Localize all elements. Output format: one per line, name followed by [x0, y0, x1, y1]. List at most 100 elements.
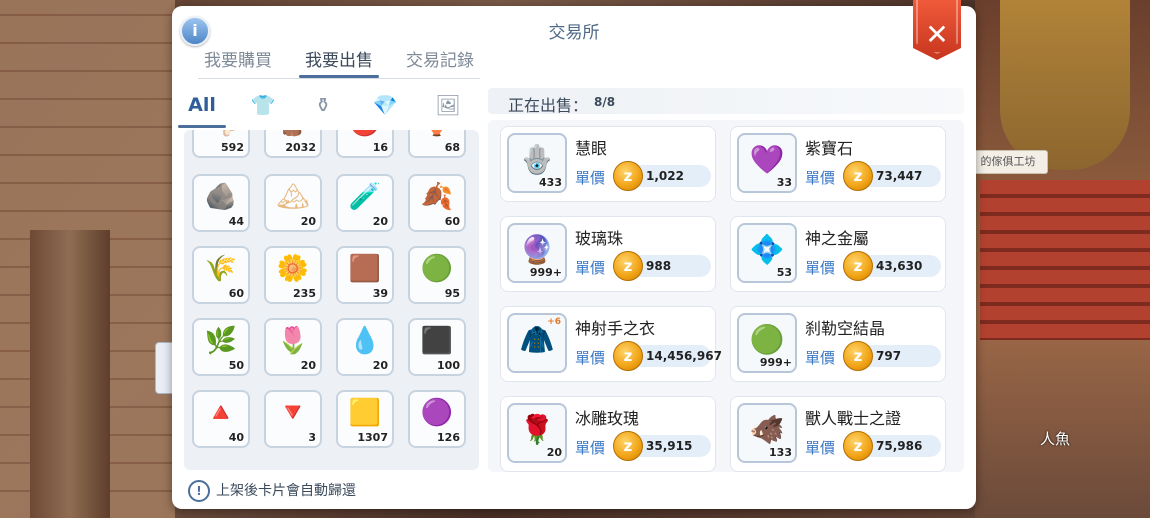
- selling-item-card[interactable]: 💠 53 神之金屬 單價 z 43,630: [730, 216, 946, 292]
- selling-item-card[interactable]: 💜 33 紫寶石 單價 z 73,447: [730, 126, 946, 202]
- gem-icon[interactable]: 💎: [370, 90, 400, 120]
- item-icon: 🟫: [348, 254, 382, 284]
- item-quantity: 60: [228, 287, 244, 300]
- item-icon: 🪵: [266, 130, 320, 138]
- unit-price-label: 單價: [805, 259, 836, 277]
- selling-item-card[interactable]: 🌹 20 冰雕玫瑰 單價 z 35,915: [500, 396, 716, 472]
- green-orb-icon: 🟢 999+: [737, 313, 797, 373]
- selling-item-card[interactable]: 🪬 433 慧眼 單價 z 1,022: [500, 126, 716, 202]
- npc-name-label[interactable]: 人魚: [1040, 428, 1070, 449]
- inventory-slot[interactable]: 🟫 39: [336, 246, 394, 304]
- selling-item-card[interactable]: 🧥 +6 神射手之衣 單價 z 14,456,967: [500, 306, 722, 382]
- item-quantity: 999+: [759, 356, 792, 369]
- item-glyph: 🐗: [749, 413, 785, 446]
- item-name: 慧眼: [575, 139, 608, 158]
- item-quantity: 44: [228, 215, 244, 228]
- selling-list: 🪬 433 慧眼 單價 z 1,022 💜 33 紫寶石 單價 z 73,447 🔮 999+ 玻璃珠 單價 z…: [488, 120, 964, 472]
- item-glyph: 🪬: [519, 143, 555, 176]
- eye-amulet-icon: 🪬 433: [507, 133, 567, 193]
- selling-item-card[interactable]: 🟢 999+ 刹勒空結晶 單價 z 797: [730, 306, 946, 382]
- item-glyph: 💠: [749, 233, 785, 266]
- item-quantity: 100: [437, 359, 460, 372]
- item-quantity: 53: [776, 266, 792, 279]
- item-quantity: 20: [300, 215, 316, 228]
- inventory-slot[interactable]: 💧 20: [336, 318, 394, 376]
- inventory-slot[interactable]: 🌾 60: [192, 246, 250, 304]
- refine-level: +6: [547, 317, 561, 327]
- item-icon: 🟣: [420, 398, 454, 428]
- item-price: 43,630: [876, 259, 923, 273]
- item-name: 神射手之衣: [575, 319, 656, 338]
- unit-price-label: 單價: [575, 439, 606, 457]
- footer-note-text: 上架後卡片會自動歸還: [216, 483, 356, 499]
- item-icon: 🏔: [276, 182, 310, 212]
- selling-item-card[interactable]: 🔮 999+ 玻璃珠 單價 z 988: [500, 216, 716, 292]
- inventory-slot[interactable]: 🟣 126: [408, 390, 466, 448]
- item-quantity: 40: [228, 431, 244, 444]
- inventory-slot[interactable]: 🍂 60: [408, 174, 466, 232]
- inventory-slot[interactable]: 🌿 50: [192, 318, 250, 376]
- inventory-slot[interactable]: 🏺 68: [408, 130, 466, 158]
- card-icon[interactable]: 🖼: [433, 90, 463, 120]
- inventory-slot[interactable]: 🔴 16: [336, 130, 394, 158]
- zeny-coin-icon: z: [843, 251, 873, 281]
- inventory-slot[interactable]: 🟨 1307: [336, 390, 394, 448]
- inventory-slot[interactable]: 🌼 235: [264, 246, 322, 304]
- footer-note: ! 上架後卡片會自動歸還: [188, 480, 356, 502]
- inventory-slot[interactable]: ⬛ 100: [408, 318, 466, 376]
- zeny-coin-icon: z: [843, 161, 873, 191]
- dialog-title: 交易所: [548, 23, 600, 43]
- inventory-slot[interactable]: 🔻 3: [264, 390, 322, 448]
- unit-price-label: 單價: [805, 439, 836, 457]
- tab-buy[interactable]: 我要購買: [204, 46, 272, 77]
- item-icon: ⬛: [420, 326, 454, 356]
- inventory-slot[interactable]: 🪵 2032: [264, 130, 322, 158]
- tab-sell[interactable]: 我要出售: [299, 46, 379, 78]
- zeny-coin-icon: z: [613, 431, 643, 461]
- item-quantity: 95: [444, 287, 460, 300]
- inventory-slot[interactable]: 🪨 44: [192, 174, 250, 232]
- inventory-grid[interactable]: 🦴 592 🪵 2032 🔴 16 🏺 68 🪨 44 🏔 20 🧪 20 🍂 60 🌾 60 🌼 235 🟫 39 🟢 95…: [184, 130, 479, 470]
- inventory-slot[interactable]: 🦴 592: [192, 130, 250, 158]
- tab-history[interactable]: 交易記錄: [406, 46, 474, 77]
- tab-bar: 我要購買 我要出售 交易記錄: [198, 46, 480, 79]
- item-icon: 🟢: [420, 254, 454, 284]
- inventory-slot[interactable]: 🌷 20: [264, 318, 322, 376]
- item-quantity: 68: [444, 141, 460, 154]
- potion-bag-icon[interactable]: ⚱: [308, 90, 338, 120]
- item-icon: 🍂: [420, 182, 454, 212]
- zeny-coin-icon: z: [613, 161, 643, 191]
- item-price: 73,447: [876, 169, 923, 183]
- item-quantity: 50: [228, 359, 244, 372]
- inventory-slot[interactable]: 🟢 95: [408, 246, 466, 304]
- zeny-coin-icon: z: [843, 431, 873, 461]
- background-pillar: [30, 230, 110, 518]
- background-door: [1000, 0, 1130, 170]
- armor-icon[interactable]: 👕: [248, 90, 278, 120]
- item-icon: 🪨: [204, 182, 238, 212]
- item-quantity: 1307: [357, 431, 388, 444]
- close-icon[interactable]: ✕: [913, 0, 961, 60]
- item-name: 紫寶石: [805, 139, 854, 158]
- category-bar: All 👕 ⚱ 💎 🖼: [178, 88, 480, 128]
- item-icon: 🟨: [348, 398, 382, 428]
- item-quantity: 60: [444, 215, 460, 228]
- item-quantity: 16: [372, 141, 388, 154]
- item-quantity: 126: [437, 431, 460, 444]
- zeny-coin-icon: z: [613, 251, 643, 281]
- item-quantity: 20: [372, 215, 388, 228]
- inventory-slot[interactable]: 🔺 40: [192, 390, 250, 448]
- selling-count: 8/8: [594, 95, 616, 109]
- workshop-sign[interactable]: 的傢俱工坊: [968, 150, 1048, 174]
- item-quantity: 3: [308, 431, 316, 444]
- item-glyph: 💜: [749, 143, 785, 176]
- selling-item-card[interactable]: 🐗 133 獸人戰士之證 單價 z 75,986: [730, 396, 946, 472]
- item-icon: 🌼: [276, 254, 310, 284]
- inventory-slot[interactable]: 🧪 20: [336, 174, 394, 232]
- item-icon: 🔻: [276, 398, 310, 428]
- item-icon: 💧: [348, 326, 382, 356]
- item-icon: 🌷: [276, 326, 310, 356]
- inventory-slot[interactable]: 🏔 20: [264, 174, 322, 232]
- item-name: 玻璃珠: [575, 229, 624, 248]
- category-all[interactable]: All: [178, 90, 226, 128]
